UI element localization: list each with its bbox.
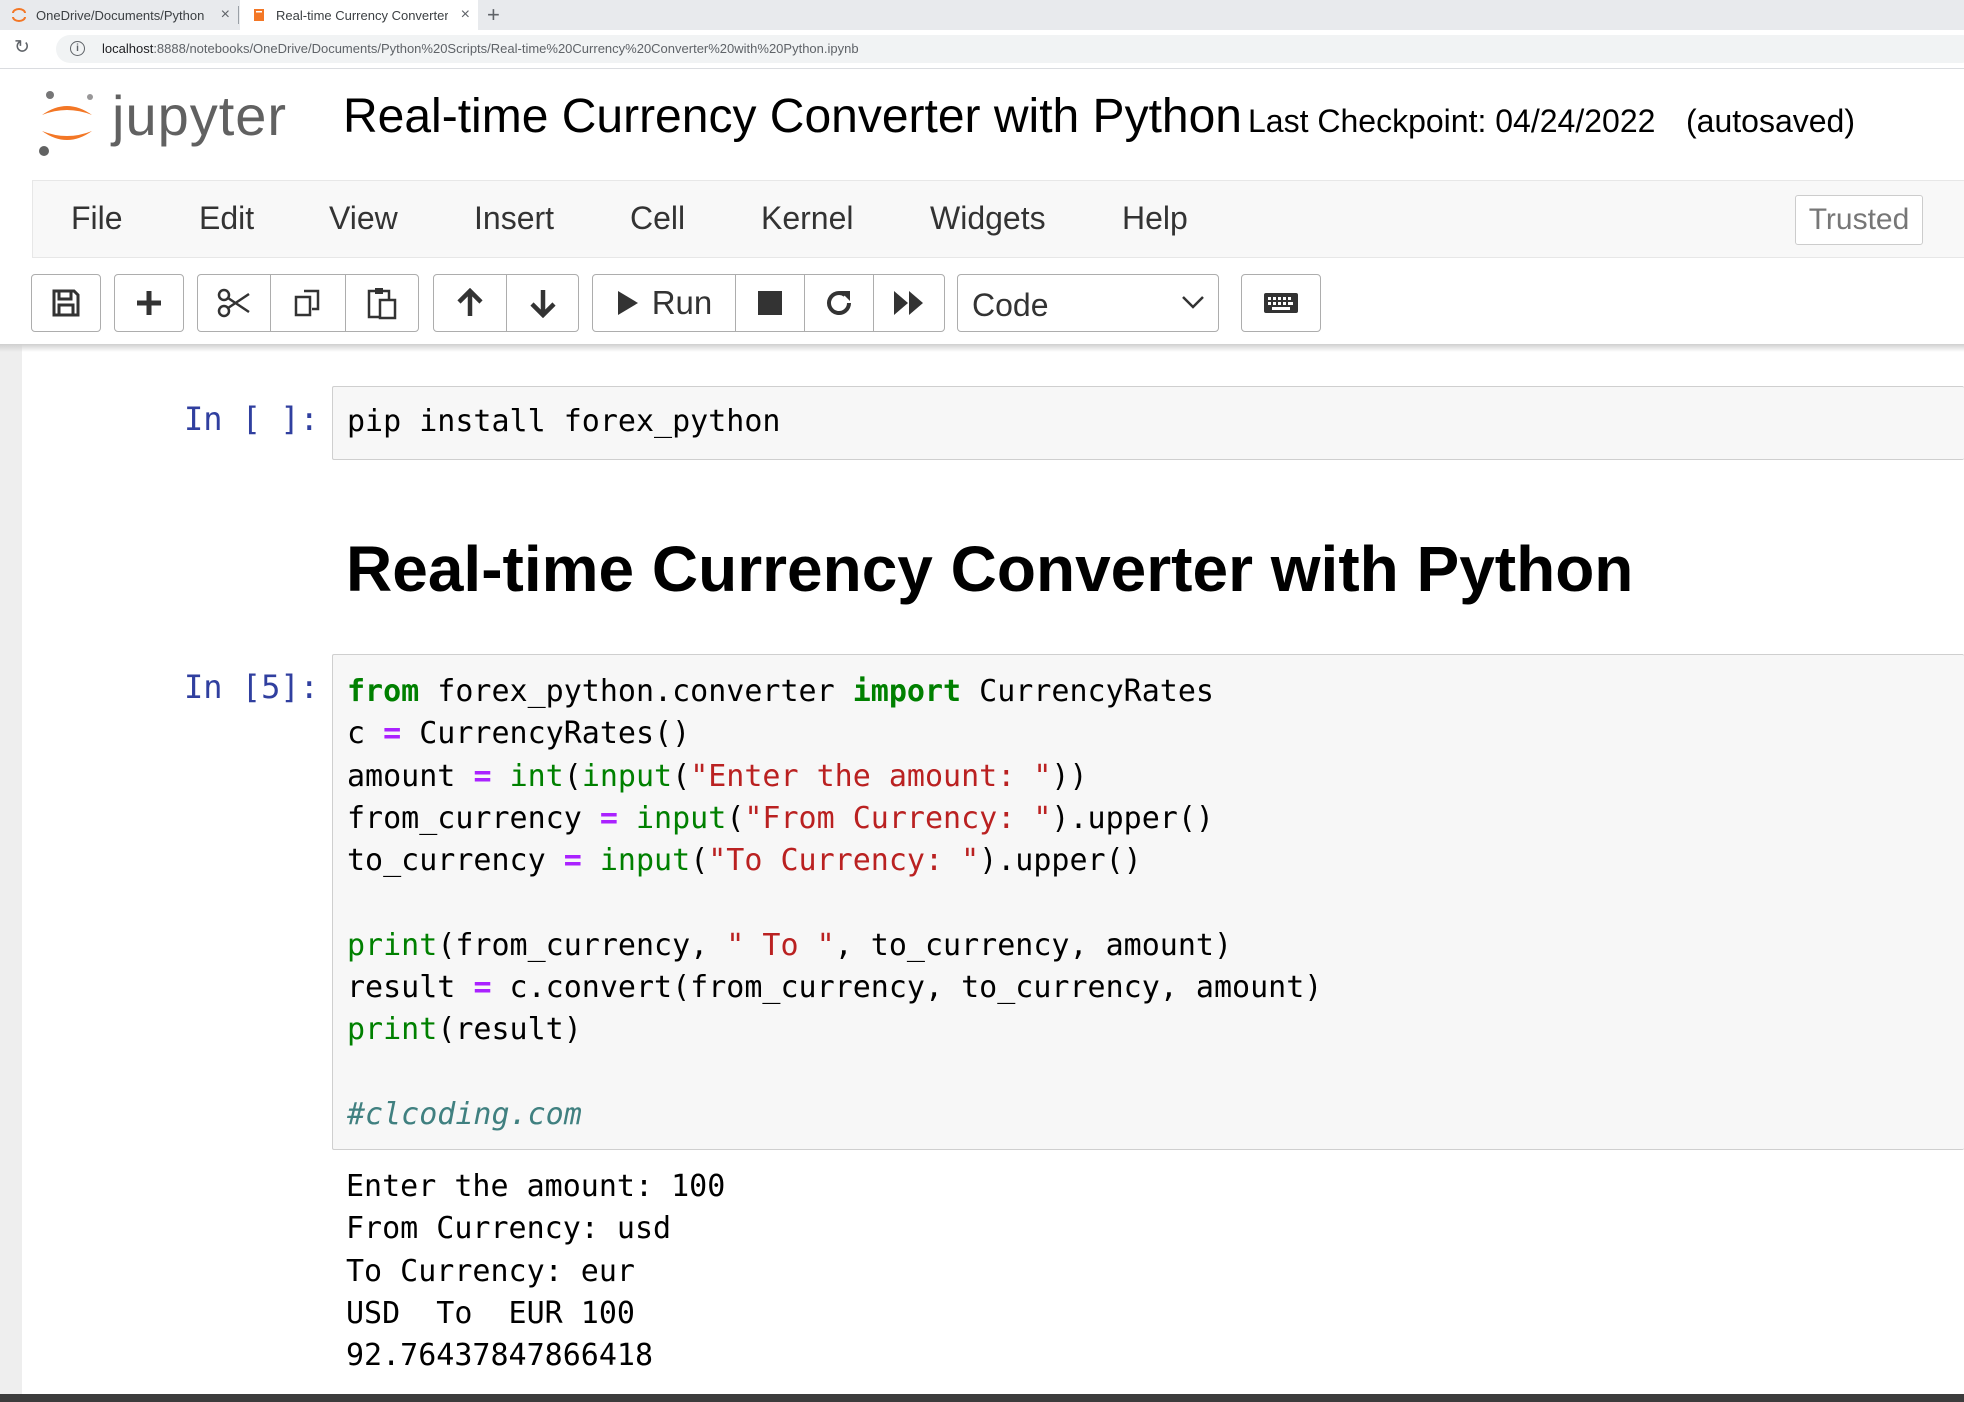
copy-button[interactable]	[270, 274, 346, 332]
play-icon	[617, 291, 638, 315]
keyboard-shortcuts-button[interactable]	[1241, 274, 1321, 332]
jupyter-logo-icon[interactable]	[36, 87, 98, 157]
arrow-up-icon	[457, 288, 483, 316]
interrupt-kernel-button[interactable]	[735, 274, 805, 332]
insert-cell-button[interactable]	[114, 274, 184, 332]
close-icon[interactable]: ×	[221, 7, 230, 23]
menubar: File Edit View Insert Cell Kernel Widget…	[32, 180, 1964, 258]
browser-tab-title: OneDrive/Documents/Python Scripts/	[36, 7, 208, 23]
window-bottom-edge	[0, 1394, 1964, 1402]
cut-button[interactable]	[197, 274, 271, 332]
scissors-icon	[217, 288, 250, 318]
code-cell-input[interactable]: pip install forex_python	[332, 386, 1964, 460]
code-line-8: result = c.convert(from_currency, to_cur…	[347, 970, 1323, 1006]
notebook-container: In [ ]: pip install forex_python Real-ti…	[0, 344, 1964, 1402]
restart-icon	[827, 291, 851, 315]
keyboard-icon	[1264, 293, 1298, 313]
restart-run-all-button[interactable]	[873, 274, 945, 332]
stop-icon	[758, 291, 782, 315]
close-icon[interactable]: ×	[461, 7, 470, 23]
save-icon	[52, 289, 80, 317]
paste-button[interactable]	[345, 274, 419, 332]
jupyter-favicon-icon	[12, 8, 26, 22]
url-input[interactable]: i localhost:8888/notebooks/OneDrive/Docu…	[56, 35, 1964, 63]
menu-help[interactable]: Help	[1122, 200, 1188, 237]
header-shadow	[0, 344, 1964, 352]
restart-kernel-button[interactable]	[804, 274, 874, 332]
arrow-down-icon	[529, 290, 556, 318]
info-icon[interactable]: i	[70, 41, 85, 56]
run-label: Run	[651, 284, 713, 321]
move-down-button[interactable]	[506, 274, 579, 332]
code-line-2: c = CurrencyRates()	[347, 716, 691, 752]
cell-type-select[interactable]: Code	[957, 274, 1219, 332]
notebook-title[interactable]: Real-time Currency Converter with Python	[343, 89, 1242, 144]
code-line: pip install forex_python	[347, 404, 781, 439]
browser-tab-title: Real-time Currency Converter with Python	[276, 7, 448, 23]
address-bar: ↻ i localhost:8888/notebooks/OneDrive/Do…	[0, 30, 1964, 69]
browser-tab-bar: OneDrive/Documents/Python Scripts/ × Rea…	[0, 0, 1964, 30]
url-text: localhost:8888/notebooks/OneDrive/Docume…	[102, 41, 859, 56]
menu-widgets[interactable]: Widgets	[930, 200, 1046, 237]
input-prompt: In [5]:	[184, 668, 319, 706]
code-line-4: from_currency = input("From Currency: ")…	[347, 800, 1214, 836]
copy-icon	[294, 289, 320, 317]
run-button[interactable]: Run	[592, 274, 736, 332]
code-comment: #clcoding.com	[347, 1096, 582, 1132]
code-line-3: amount = int(input("Enter the amount: ")…	[347, 758, 1088, 794]
browser-tab-2[interactable]: Real-time Currency Converter with Python…	[240, 0, 478, 30]
notebook-favicon-icon	[254, 9, 264, 21]
menu-edit[interactable]: Edit	[199, 200, 254, 237]
trusted-indicator[interactable]: Trusted	[1795, 195, 1923, 245]
code-block: from forex_python.converter import Curre…	[347, 671, 1322, 1136]
code-line-9: print(result)	[347, 1012, 582, 1048]
move-up-button[interactable]	[433, 274, 507, 332]
markdown-heading: Real-time Currency Converter with Python	[346, 533, 1634, 605]
menu-kernel[interactable]: Kernel	[761, 200, 854, 237]
url-path: :8888/notebooks/OneDrive/Documents/Pytho…	[153, 41, 859, 56]
menu-cell[interactable]: Cell	[630, 200, 685, 237]
autosave-status: (autosaved)	[1686, 103, 1855, 139]
notebook-page: In [ ]: pip install forex_python Real-ti…	[22, 344, 1964, 1402]
code-cell-input[interactable]: from forex_python.converter import Curre…	[332, 654, 1964, 1150]
cell-type-value: Code	[972, 287, 1049, 323]
jupyter-logo-text[interactable]: jupyter	[112, 83, 287, 148]
plus-icon	[137, 291, 161, 315]
input-prompt: In [ ]:	[184, 400, 319, 438]
save-button[interactable]	[31, 274, 101, 332]
reload-icon[interactable]: ↻	[14, 38, 30, 58]
menu-file[interactable]: File	[71, 200, 123, 237]
notebook-header: jupyter Real-time Currency Converter wit…	[0, 69, 1964, 179]
last-checkpoint: Last Checkpoint: 04/24/2022	[1248, 103, 1656, 139]
chevron-down-icon	[1182, 296, 1204, 309]
menu-view[interactable]: View	[329, 200, 398, 237]
fast-forward-icon	[894, 291, 923, 315]
url-host: localhost	[102, 41, 154, 56]
new-tab-icon[interactable]: +	[487, 3, 500, 27]
code-line-5: to_currency = input("To Currency: ").upp…	[347, 843, 1142, 879]
cell-output: Enter the amount: 100 From Currency: usd…	[346, 1169, 726, 1374]
paste-icon	[367, 288, 397, 320]
code-line-7: print(from_currency, " To ", to_currency…	[347, 927, 1233, 963]
code-line-1: from forex_python.converter import Curre…	[347, 674, 1214, 709]
menu-insert[interactable]: Insert	[474, 200, 554, 237]
browser-tab-1[interactable]: OneDrive/Documents/Python Scripts/ ×	[0, 0, 238, 30]
toolbar: Run Code	[0, 258, 1964, 344]
tab-separator	[238, 6, 239, 24]
